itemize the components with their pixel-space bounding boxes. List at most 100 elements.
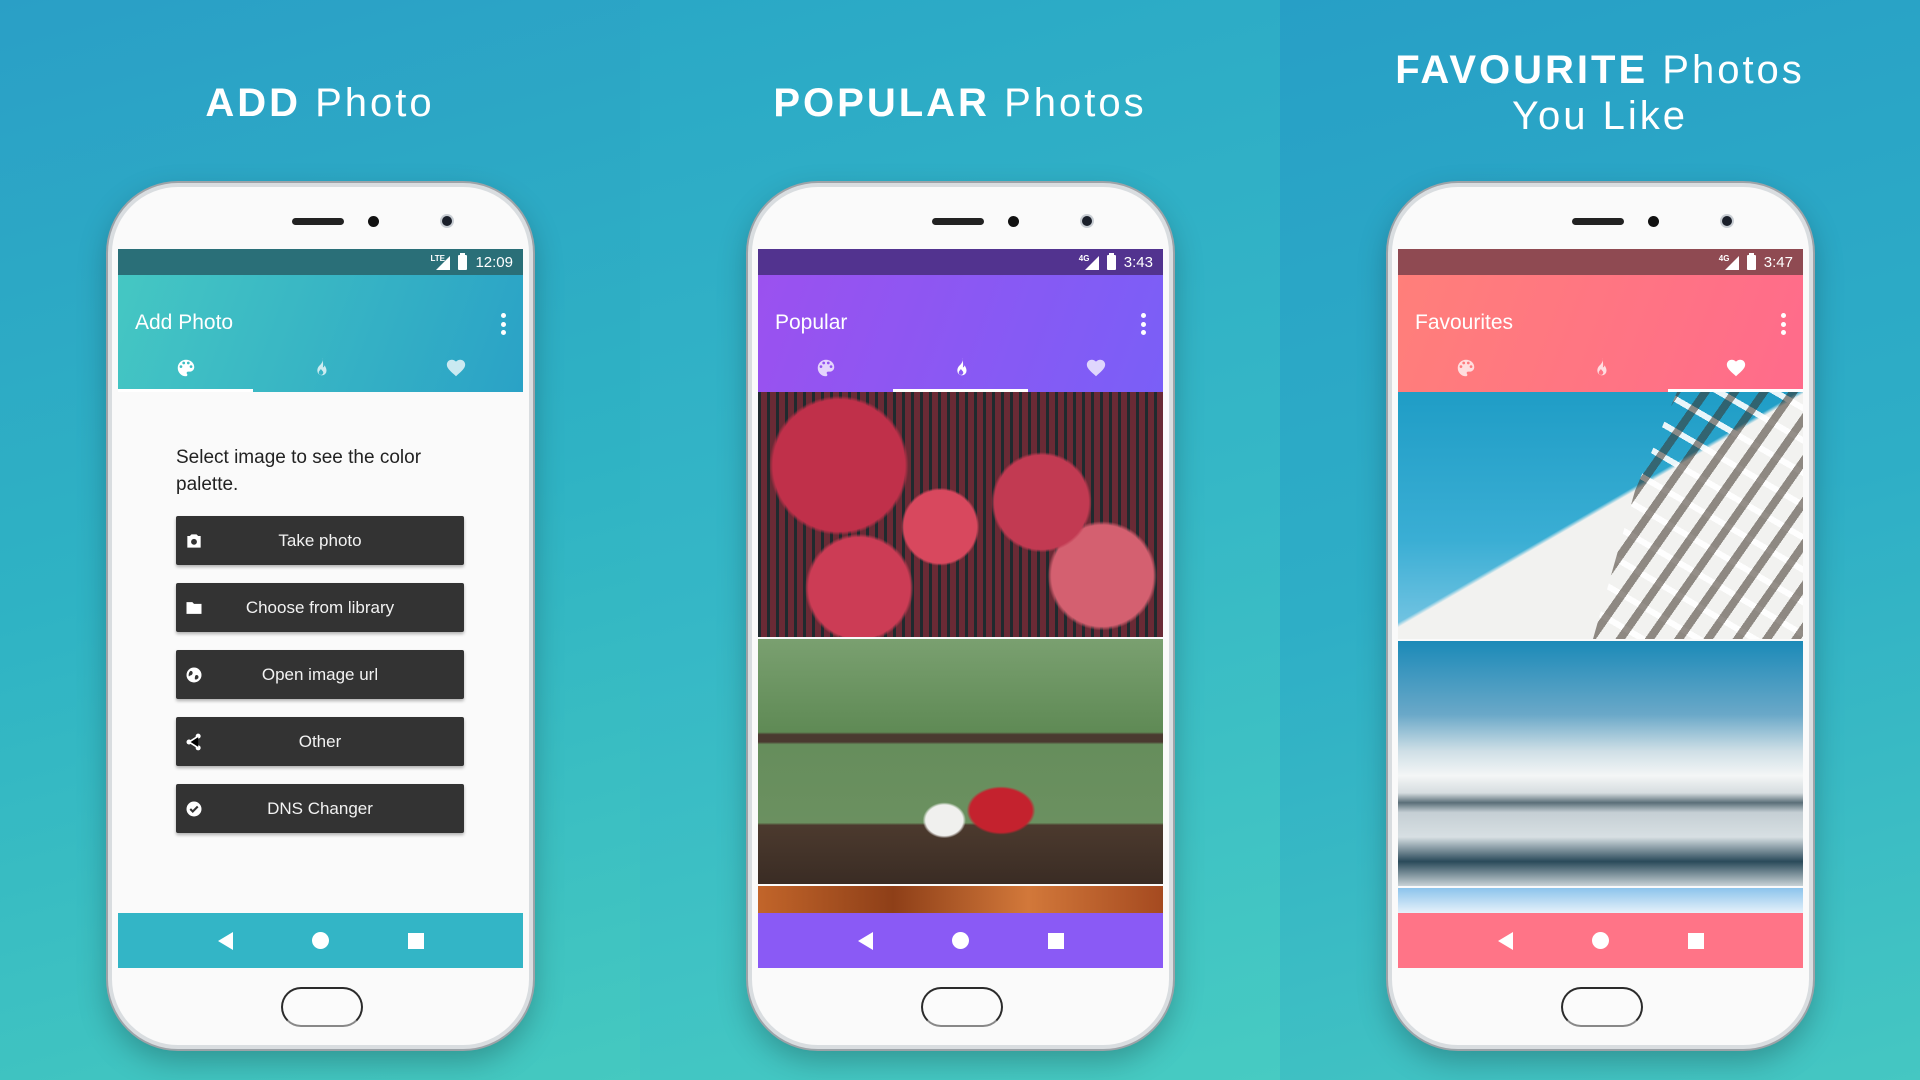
headline: POPULAR Photos — [640, 80, 1280, 126]
battery-icon — [1746, 252, 1756, 270]
palette-icon — [1457, 359, 1474, 377]
status-bar: LTE 12:09 — [118, 249, 523, 275]
fire-icon — [956, 357, 966, 376]
headline-light: Photos — [1662, 48, 1805, 92]
fire-icon — [316, 357, 326, 376]
app-bar: Add Photo — [118, 275, 523, 392]
home-icon[interactable] — [1591, 932, 1609, 949]
tab-bar — [758, 344, 1163, 392]
tab-favourites[interactable] — [388, 344, 523, 392]
headline-bold: POPULAR — [773, 81, 990, 125]
tab-palette[interactable] — [118, 344, 253, 392]
sensor — [1648, 216, 1659, 227]
status-bar: 4G 3:47 — [1398, 249, 1803, 275]
headline: ADD Photo — [0, 80, 640, 126]
recents-icon[interactable] — [1047, 932, 1064, 949]
camera-icon — [187, 534, 201, 548]
navigation-bar — [118, 913, 523, 968]
globe-icon — [186, 667, 202, 683]
heart-icon — [1086, 359, 1105, 377]
back-icon[interactable] — [1497, 931, 1513, 950]
more-options-icon[interactable] — [497, 313, 509, 335]
front-camera — [1082, 216, 1092, 226]
tab-favourites[interactable] — [1668, 344, 1803, 392]
photo-wood[interactable] — [758, 886, 1163, 913]
navigation-bar — [758, 913, 1163, 968]
panel-popular: POPULAR Photos 4G 3:43 Popular — [640, 0, 1280, 1080]
speaker — [932, 218, 984, 225]
phone-frame: 4G 3:43 Popular — [748, 183, 1173, 1049]
recents-icon[interactable] — [407, 932, 424, 949]
heart-icon — [446, 359, 465, 377]
photo-teapot[interactable] — [758, 639, 1163, 884]
headline-light: Photos — [1004, 81, 1147, 125]
add-photo-content: Select image to see the color palette. T… — [118, 392, 523, 913]
tab-palette[interactable] — [1398, 344, 1533, 392]
signal-icon: 4G — [1079, 254, 1099, 270]
tab-favourites[interactable] — [1028, 344, 1163, 392]
more-options-icon[interactable] — [1777, 313, 1789, 335]
favourite-photo-list — [1398, 392, 1803, 913]
clock: 3:43 — [1123, 253, 1153, 271]
front-camera — [442, 216, 452, 226]
app-title: Favourites — [1415, 311, 1514, 334]
photo-building[interactable] — [1398, 392, 1803, 639]
check-circle-icon — [186, 801, 202, 817]
sensor — [1008, 216, 1019, 227]
photo-mountain[interactable] — [1398, 641, 1803, 886]
tab-bar — [118, 344, 523, 392]
battery-icon — [1106, 252, 1116, 270]
speaker — [292, 218, 344, 225]
phone-frame: LTE 12:09 Add Photo Select image to see … — [108, 183, 533, 1049]
screen: 4G 3:47 Favourites — [1398, 249, 1803, 968]
recents-icon[interactable] — [1687, 932, 1704, 949]
photo-pomegranates[interactable] — [758, 392, 1163, 637]
headline-light: Photo — [315, 81, 435, 125]
sensor — [368, 216, 379, 227]
speaker — [1572, 218, 1624, 225]
choose-from-library-button[interactable]: Choose from library — [176, 583, 464, 632]
open-image-url-button[interactable]: Open image url — [176, 650, 464, 699]
home-icon[interactable] — [951, 932, 969, 949]
tab-popular[interactable] — [893, 344, 1028, 392]
hardware-home-button[interactable] — [281, 987, 363, 1027]
signal-icon: 4G — [1719, 254, 1739, 270]
panel-favourites: FAVOURITE Photos You Like 4G 3:47 Favour… — [1280, 0, 1920, 1080]
headline-line2: You Like — [1512, 94, 1688, 138]
home-icon[interactable] — [311, 932, 329, 949]
tab-popular[interactable] — [253, 344, 388, 392]
clock: 3:47 — [1763, 253, 1793, 271]
screen: LTE 12:09 Add Photo Select image to see … — [118, 249, 523, 968]
more-options-icon[interactable] — [1137, 313, 1149, 335]
dns-changer-button[interactable]: DNS Changer — [176, 784, 464, 833]
other-button[interactable]: Other — [176, 717, 464, 766]
app-title: Popular — [775, 311, 848, 334]
headline-bold: FAVOURITE — [1395, 48, 1649, 92]
screen: 4G 3:43 Popular — [758, 249, 1163, 968]
share-icon — [186, 733, 201, 751]
back-icon[interactable] — [217, 931, 233, 950]
fire-icon — [1596, 357, 1606, 376]
palette-icon — [817, 359, 834, 377]
phone-frame: 4G 3:47 Favourites — [1388, 183, 1813, 1049]
panel-add-photo: ADD Photo LTE 12:09 Add Photo Select ima… — [0, 0, 640, 1080]
tab-popular[interactable] — [1533, 344, 1668, 392]
photo-sky[interactable] — [1398, 888, 1803, 913]
tab-palette[interactable] — [758, 344, 893, 392]
take-photo-button[interactable]: Take photo — [176, 516, 464, 565]
app-bar: Popular — [758, 275, 1163, 392]
clock: 12:09 — [475, 253, 513, 271]
back-icon[interactable] — [857, 931, 873, 950]
hardware-home-button[interactable] — [921, 987, 1003, 1027]
headline-bold: ADD — [205, 81, 301, 125]
popular-photo-list — [758, 392, 1163, 913]
tab-bar — [1398, 344, 1803, 392]
intro-text: Select image to see the color palette. — [176, 447, 422, 495]
app-title: Add Photo — [135, 311, 234, 334]
navigation-bar — [1398, 913, 1803, 968]
hardware-home-button[interactable] — [1561, 987, 1643, 1027]
battery-icon — [458, 252, 468, 270]
heart-icon — [1726, 359, 1745, 377]
front-camera — [1722, 216, 1732, 226]
status-bar: 4G 3:43 — [758, 249, 1163, 275]
